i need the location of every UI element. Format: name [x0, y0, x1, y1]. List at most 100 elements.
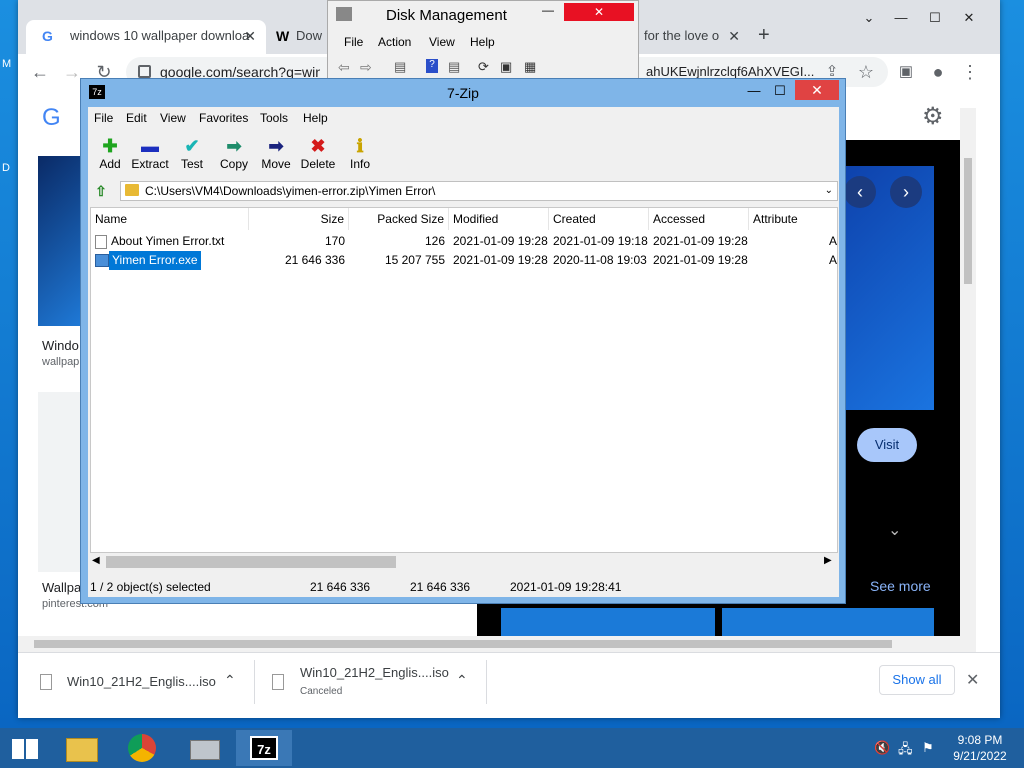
- tab-for-the-love[interactable]: for the love o ✕: [630, 20, 750, 54]
- close-icon[interactable]: ✕: [966, 670, 979, 690]
- menu-file[interactable]: File: [94, 111, 113, 125]
- taskbar-file-explorer[interactable]: [52, 730, 108, 766]
- chevron-down-icon[interactable]: ⌄: [825, 182, 833, 200]
- info-icon: ℹ: [356, 136, 364, 156]
- maximize-icon[interactable]: ☐: [920, 8, 950, 28]
- visit-button[interactable]: Visit: [857, 428, 917, 462]
- result-title[interactable]: Wallpa: [42, 580, 81, 595]
- chevron-right-icon[interactable]: ›: [890, 176, 922, 208]
- menu-help[interactable]: Help: [303, 111, 328, 125]
- star-icon[interactable]: ☆: [854, 60, 878, 84]
- side-panel-icon[interactable]: ▣: [894, 60, 918, 84]
- table-row[interactable]: About Yimen Error.txt 170 126 2021-01-09…: [91, 232, 837, 251]
- result-title[interactable]: Windo: [42, 338, 79, 353]
- close-tab-icon[interactable]: ✕: [244, 20, 256, 52]
- info-button[interactable]: ℹ Info: [338, 135, 382, 177]
- chevron-right-icon[interactable]: ▶: [824, 555, 832, 566]
- test-button[interactable]: ✔ Test: [170, 135, 214, 177]
- new-tab-button[interactable]: +: [758, 24, 770, 47]
- move-button[interactable]: ➡ Move: [254, 135, 298, 177]
- related-image[interactable]: [722, 608, 934, 638]
- close-icon[interactable]: ✕: [564, 3, 634, 21]
- download-item[interactable]: Win10_21H2_Englis....iso Canceled ⌃: [272, 660, 482, 704]
- close-icon[interactable]: ✕: [954, 8, 984, 28]
- menu-file[interactable]: File: [344, 35, 363, 49]
- menu-tools[interactable]: Tools: [260, 111, 288, 125]
- back-icon[interactable]: ⇦: [338, 59, 350, 76]
- chevron-up-icon[interactable]: ⌃: [224, 672, 236, 689]
- menu-edit[interactable]: Edit: [126, 111, 147, 125]
- column-header-modified[interactable]: Modified: [449, 208, 549, 230]
- view-icon[interactable]: ▤: [448, 59, 460, 75]
- column-header-accessed[interactable]: Accessed: [649, 208, 749, 230]
- add-icon: ✚: [102, 136, 118, 156]
- minimize-icon[interactable]: —: [542, 3, 554, 17]
- settings-icon[interactable]: ▦: [524, 59, 536, 75]
- refresh-icon[interactable]: ⟳: [478, 59, 489, 75]
- menu-icon[interactable]: ⋮: [958, 60, 982, 84]
- show-all-button[interactable]: Show all: [879, 665, 955, 695]
- tab-google-search[interactable]: G windows 10 wallpaper downloa ✕: [26, 20, 266, 54]
- minimize-icon[interactable]: —: [741, 81, 767, 101]
- menu-view[interactable]: View: [160, 111, 186, 125]
- close-icon[interactable]: ✕: [795, 80, 839, 100]
- start-button[interactable]: [0, 730, 56, 766]
- menu-action[interactable]: Action: [378, 35, 411, 49]
- add-button[interactable]: ✚ Add: [88, 135, 132, 177]
- chevron-down-icon[interactable]: ⌄: [888, 520, 901, 540]
- google-logo[interactable]: G: [42, 104, 61, 132]
- result-thumbnail[interactable]: [38, 392, 84, 572]
- download-name: Win10_21H2_Englis....iso: [67, 674, 216, 689]
- copy-button[interactable]: ➡ Copy: [212, 135, 256, 177]
- taskbar-clock[interactable]: 9:08 PM 9/21/2022: [940, 732, 1020, 764]
- clock-date: 9/21/2022: [953, 749, 1007, 763]
- back-icon[interactable]: ←: [28, 60, 52, 84]
- horizontal-scrollbar[interactable]: ◀ ▶: [90, 553, 838, 571]
- properties-icon[interactable]: ▤: [394, 59, 406, 75]
- forward-icon[interactable]: ⇨: [360, 59, 372, 76]
- disk-icon[interactable]: ▣: [500, 59, 512, 75]
- column-header-created[interactable]: Created: [549, 208, 649, 230]
- scrollbar-thumb[interactable]: [964, 158, 972, 284]
- see-more-link[interactable]: See more: [870, 578, 931, 594]
- scrollbar-thumb[interactable]: [106, 556, 396, 568]
- menu-help[interactable]: Help: [470, 35, 495, 49]
- column-header-packed-size[interactable]: Packed Size: [349, 208, 449, 230]
- help-icon[interactable]: ?: [426, 59, 438, 73]
- volume-muted-icon[interactable]: 🔇: [874, 740, 890, 756]
- download-item[interactable]: Win10_21H2_Englis....iso ⌃: [40, 660, 250, 704]
- table-row[interactable]: Yimen Error.exe 21 646 336 15 207 755 20…: [91, 251, 837, 270]
- taskbar-chrome[interactable]: [114, 730, 170, 766]
- menu-favorites[interactable]: Favorites: [199, 111, 248, 125]
- maximize-icon[interactable]: ☐: [767, 81, 793, 101]
- extract-button[interactable]: ▬ Extract: [128, 135, 172, 177]
- minimize-icon[interactable]: —: [886, 8, 916, 28]
- chevron-down-icon[interactable]: ⌄: [854, 8, 884, 28]
- up-folder-icon[interactable]: ⇧: [92, 183, 110, 201]
- taskbar-7zip[interactable]: 7z: [236, 730, 292, 766]
- delete-button[interactable]: ✖ Delete: [296, 135, 340, 177]
- network-icon[interactable]: 🖧: [898, 740, 913, 762]
- chevron-left-icon[interactable]: ‹: [844, 176, 876, 208]
- tab-label: Dow: [296, 28, 323, 43]
- file-packed-size: 15 207 755: [384, 253, 445, 267]
- status-size: 21 646 336: [310, 580, 371, 594]
- gear-icon[interactable]: ⚙: [922, 102, 944, 131]
- chevron-up-icon[interactable]: ⌃: [456, 672, 468, 689]
- taskbar-disk-management[interactable]: [176, 730, 232, 766]
- close-tab-icon[interactable]: ✕: [728, 20, 740, 52]
- profile-icon[interactable]: ●: [926, 60, 950, 84]
- menu-view[interactable]: View: [429, 35, 455, 49]
- google-icon: G: [42, 28, 53, 44]
- related-image[interactable]: [501, 608, 715, 638]
- chevron-left-icon[interactable]: ◀: [92, 555, 100, 566]
- file-size: 21 646 336: [284, 253, 345, 267]
- action-center-icon[interactable]: ⚑: [922, 740, 934, 756]
- column-header-size[interactable]: Size: [249, 208, 349, 230]
- tab-label: for the love o: [644, 28, 720, 43]
- path-input[interactable]: C:\Users\VM4\Downloads\yimen-error.zip\Y…: [120, 181, 838, 201]
- scrollbar-thumb[interactable]: [34, 640, 892, 648]
- column-header-name[interactable]: Name: [91, 208, 249, 230]
- column-header-attributes[interactable]: Attribute: [749, 208, 837, 230]
- result-thumbnail[interactable]: [38, 156, 84, 326]
